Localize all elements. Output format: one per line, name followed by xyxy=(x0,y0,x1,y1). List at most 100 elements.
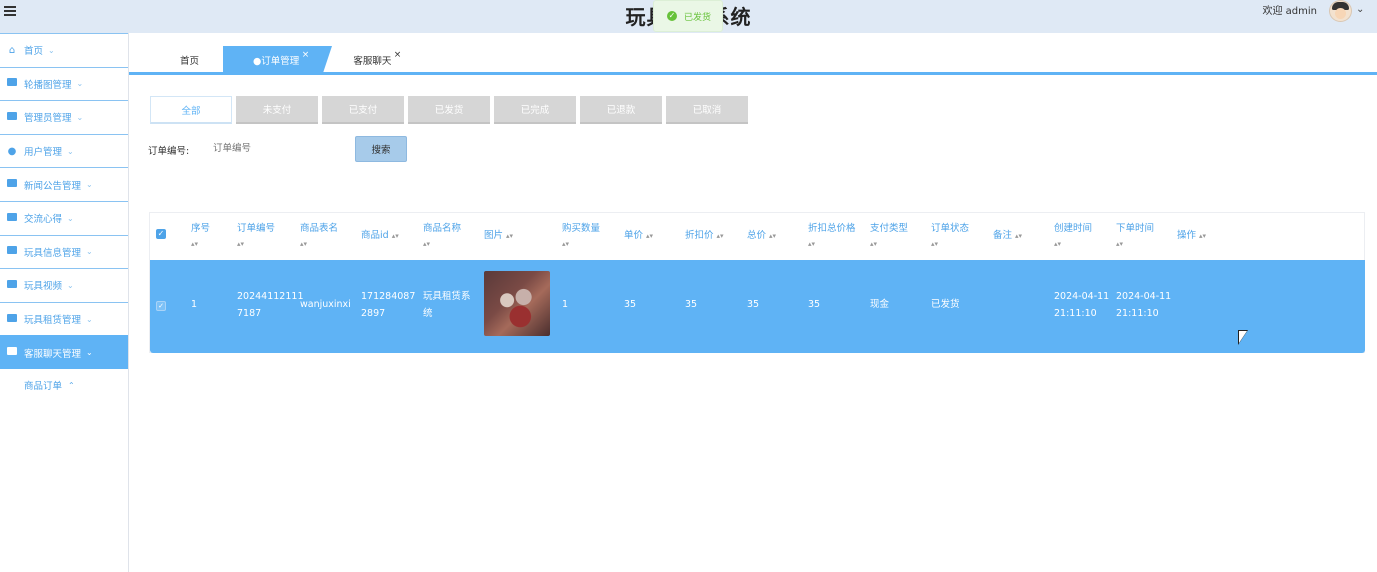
sidebar-item-toy-video[interactable]: 玩具视频 ⌄ xyxy=(0,268,128,302)
sidebar-item-toy-info[interactable]: 玩具信息管理 ⌄ xyxy=(0,234,128,269)
column-header[interactable]: 订单状态 ▴▾ xyxy=(931,222,969,251)
column-header[interactable]: 折扣总价格 ▴▾ xyxy=(808,222,856,251)
filter-refunded-button[interactable]: 已退款 xyxy=(580,96,662,124)
table-icon xyxy=(6,111,18,123)
orders-table: ✓ 序号 ▴▾ 订单编号 ▴▾ 商品表名 ▴▾ 商品id ▴▾ 商品名称 ▴▾ 图片 ▴… xyxy=(149,212,1365,353)
sort-icon: ▴▾ xyxy=(562,240,570,248)
tab-label: 首页 xyxy=(180,55,200,67)
top-header: 玩具租赁系统 ✓ 已发货 欢迎 admin ⌄ xyxy=(0,0,1377,33)
filter-shipped-button[interactable]: 已发货 xyxy=(408,96,490,124)
sidebar-item-chat[interactable]: 客服聊天管理 ⌄ xyxy=(0,335,128,369)
chevron-down-icon: ⌄ xyxy=(67,213,74,223)
column-header[interactable]: 下单时间 ▴▾ xyxy=(1116,222,1154,251)
column-header[interactable]: 操作 ▴▾ xyxy=(1177,229,1206,243)
filter-paid-button[interactable]: 已支付 xyxy=(322,96,404,124)
search-button[interactable]: 搜索 xyxy=(355,136,407,162)
filter-all-button[interactable]: 全部 xyxy=(150,96,232,124)
sidebar-item-home[interactable]: ⌂ 首页 ⌄ xyxy=(0,33,128,67)
column-header[interactable]: 购买数量 ▴▾ xyxy=(562,222,600,251)
chevron-down-icon: ⌄ xyxy=(86,180,93,190)
column-header[interactable]: 订单编号 ▴▾ xyxy=(237,222,275,251)
tab-label: ●订单管理 xyxy=(253,55,300,67)
sidebar-item-news[interactable]: 新闻公告管理 ⌄ xyxy=(0,167,128,201)
sort-icon: ▴▾ xyxy=(1199,232,1207,240)
filter-unpaid-button[interactable]: 未支付 xyxy=(236,96,318,124)
sort-icon: ▴▾ xyxy=(646,232,654,240)
column-header[interactable]: 单价 ▴▾ xyxy=(624,229,653,243)
sidebar-item-label: 客服聊天管理 xyxy=(24,348,82,360)
select-all-checkbox[interactable]: ✓ xyxy=(156,229,166,239)
sidebar-item-toy-rental[interactable]: 玩具租赁管理 ⌄ xyxy=(0,301,128,336)
sidebar-item-admins[interactable]: 管理员管理 ⌄ xyxy=(0,100,128,134)
sort-icon: ▴▾ xyxy=(1015,232,1023,240)
cell-order-time: 2024-04-11 21:11:10 xyxy=(1116,291,1172,319)
row-checkbox[interactable]: ✓ xyxy=(156,301,166,311)
sidebar-item-label: 玩具信息管理 xyxy=(24,247,82,259)
column-header[interactable]: 图片 ▴▾ xyxy=(484,229,513,243)
sort-icon: ▴▾ xyxy=(769,232,777,240)
sort-icon: ▴▾ xyxy=(506,232,514,240)
column-header[interactable]: 备注 ▴▾ xyxy=(993,229,1022,243)
toast-message: 已发货 xyxy=(684,12,712,23)
chevron-down-icon: ⌄ xyxy=(67,280,74,290)
close-icon[interactable]: × xyxy=(302,50,310,60)
sidebar-subitem-orders[interactable]: 商品订单 ⌃ xyxy=(0,369,128,402)
cell-index: 1 xyxy=(191,299,198,310)
chevron-down-icon: ⌄ xyxy=(67,146,74,156)
mouse-cursor-fill xyxy=(1239,331,1247,343)
tab-bar: 首页 ●订单管理 × 客服聊天 × xyxy=(150,46,415,73)
sidebar-item-label: 玩具视频 xyxy=(24,281,63,293)
sidebar-item-label: 轮播图管理 xyxy=(24,79,72,91)
sidebar: ⌂ 首页 ⌄ 轮播图管理 ⌄ 管理员管理 ⌄ ● 用户管理 ⌄ 新闻公告管理 ⌄… xyxy=(0,33,129,572)
column-header[interactable]: 总价 ▴▾ xyxy=(747,229,776,243)
cell-create-time: 2024-04-11 21:11:10 xyxy=(1054,291,1110,319)
user-icon: ● xyxy=(7,145,17,157)
chevron-down-icon: ⌄ xyxy=(76,79,84,89)
filter-completed-button[interactable]: 已完成 xyxy=(494,96,576,124)
welcome-text: 欢迎 admin xyxy=(1262,6,1317,17)
check-circle-icon: ✓ xyxy=(667,11,677,21)
column-header[interactable]: 序号 ▴▾ xyxy=(191,222,210,251)
sidebar-item-users[interactable]: ● 用户管理 ⌄ xyxy=(0,133,128,168)
column-header[interactable]: 创建时间 ▴▾ xyxy=(1054,222,1092,251)
news-icon xyxy=(6,179,18,190)
sort-icon: ▴▾ xyxy=(191,240,199,248)
chevron-down-icon: ⌄ xyxy=(48,45,55,55)
user-avatar[interactable] xyxy=(1329,0,1352,22)
chevron-down-icon[interactable]: ⌄ xyxy=(1356,4,1364,15)
cell-product-name: 玩具租赁系统 xyxy=(423,291,471,319)
column-header[interactable]: 商品名称 ▴▾ xyxy=(423,222,461,251)
order-number-input[interactable] xyxy=(203,138,343,158)
cell-table-name: wanjuxinxi xyxy=(300,299,351,310)
briefcase-icon xyxy=(6,212,18,224)
apps-icon xyxy=(6,347,18,358)
grid-icon xyxy=(6,279,18,291)
column-header[interactable]: 商品表名 ▴▾ xyxy=(300,222,338,251)
tab-customer-chat[interactable]: 客服聊天 × xyxy=(323,46,415,73)
sort-icon: ▴▾ xyxy=(870,240,878,248)
sidebar-item-carousel[interactable]: 轮播图管理 ⌄ xyxy=(0,66,128,101)
order-number-label: 订单编号: xyxy=(148,146,190,157)
success-toast: ✓ 已发货 xyxy=(653,0,723,32)
column-header[interactable]: 支付类型 ▴▾ xyxy=(870,222,908,251)
sort-icon: ▴▾ xyxy=(300,240,308,248)
chevron-down-icon: ⌄ xyxy=(86,247,93,257)
sidebar-subitem-label: 商品订单 xyxy=(24,381,63,393)
table-row[interactable]: ✓ 1 20244112111 7187 wanjuxinxi 171284087… xyxy=(150,260,1365,353)
chevron-down-icon: ⌄ xyxy=(86,314,93,324)
sidebar-item-exchange[interactable]: 交流心得 ⌄ xyxy=(0,200,128,235)
close-icon[interactable]: × xyxy=(394,50,402,60)
home-icon: ⌂ xyxy=(8,44,16,56)
column-header[interactable]: 折扣价 ▴▾ xyxy=(685,229,724,243)
filter-cancelled-button[interactable]: 已取消 xyxy=(666,96,748,124)
tab-order-management[interactable]: ●订单管理 × xyxy=(223,46,333,73)
grid-icon xyxy=(6,246,18,257)
product-image[interactable] xyxy=(484,271,550,336)
cell-quantity: 1 xyxy=(562,299,569,310)
cell-discount-total: 35 xyxy=(808,299,821,310)
tab-home[interactable]: 首页 xyxy=(150,46,223,73)
sidebar-item-label: 管理员管理 xyxy=(24,113,72,125)
cell-status: 已发货 xyxy=(931,299,960,310)
carousel-icon xyxy=(6,78,18,89)
column-header[interactable]: 商品id ▴▾ xyxy=(361,229,399,243)
